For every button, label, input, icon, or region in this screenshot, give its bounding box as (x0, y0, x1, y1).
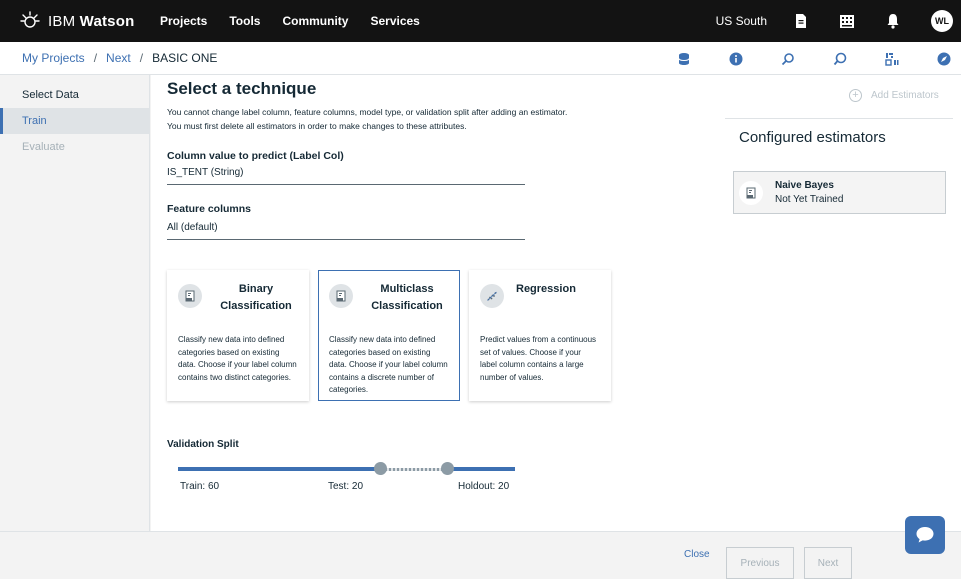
card-title: Binary Classification (220, 283, 292, 312)
breadcrumb: My Projects / Next / BASIC ONE (22, 51, 217, 65)
split-handle-train-test[interactable] (374, 462, 387, 475)
comment-icon[interactable] (832, 51, 848, 67)
add-estimators-button[interactable]: + Add Estimators (849, 89, 939, 102)
card-description: Predict values from a continuous set of … (480, 335, 597, 382)
feature-columns-select[interactable]: All (default) (167, 222, 525, 240)
left-sidebar: Select Data Train Evaluate (0, 75, 150, 531)
estimator-name: Naive Bayes (775, 180, 834, 191)
card-title: Regression (516, 283, 576, 295)
regression-scatter-icon (480, 284, 504, 308)
classification-icon (329, 284, 353, 308)
panel-divider (725, 118, 953, 119)
card-header: Multiclass Classification (329, 281, 449, 323)
card-description: Classify new data into defined categorie… (329, 335, 448, 394)
brand-name: IBM Watson (48, 12, 135, 30)
chat-bubble-icon (916, 527, 934, 543)
breadcrumb-current: BASIC ONE (152, 51, 218, 65)
technique-card-regression[interactable]: Regression Predict values from a continu… (469, 270, 611, 401)
configured-estimators-title: Configured estimators (739, 129, 886, 146)
split-train-segment (178, 467, 381, 471)
next-button[interactable]: Next (804, 547, 852, 579)
split-handle-test-holdout[interactable] (441, 462, 454, 475)
code-icon[interactable] (884, 51, 900, 67)
notice-text: You cannot change label column, feature … (167, 105, 607, 133)
breadcrumb-separator: / (139, 51, 144, 65)
chat-button[interactable] (905, 516, 945, 554)
label-col-select[interactable]: IS_TENT (String) (167, 167, 525, 185)
page-title: Select a technique (167, 79, 317, 98)
plus-icon: + (849, 89, 862, 102)
split-test-segment (381, 468, 448, 471)
validation-split-label: Validation Split (167, 439, 239, 450)
add-estimators-label: Add Estimators (871, 90, 939, 101)
database-icon[interactable] (676, 51, 692, 67)
estimator-status: Not Yet Trained (775, 194, 844, 205)
user-avatar[interactable]: WL (931, 10, 953, 32)
watson-logo-icon (20, 11, 40, 28)
compass-icon[interactable] (936, 51, 952, 67)
card-title: Multiclass Classification (371, 283, 443, 312)
breadcrumb-next[interactable]: Next (106, 51, 131, 65)
main-content: Select a technique You cannot change lab… (151, 75, 961, 531)
document-icon[interactable] (793, 13, 809, 29)
classification-icon (178, 284, 202, 308)
apps-grid-icon[interactable] (839, 13, 855, 29)
technique-card-multiclass[interactable]: Multiclass Classification Classify new d… (318, 270, 460, 401)
previous-button[interactable]: Previous (726, 547, 794, 579)
split-holdout-segment (448, 467, 515, 471)
estimator-text: Naive Bayes Not Yet Trained (775, 180, 843, 205)
nav-projects[interactable]: Projects (160, 14, 207, 28)
nav-tools[interactable]: Tools (229, 14, 260, 28)
toolbar (676, 42, 961, 75)
notice-line: You cannot change label column, feature … (167, 107, 568, 117)
top-right-controls: US South WL (716, 0, 961, 42)
top-navigation-bar: IBM Watson Projects Tools Community Serv… (0, 0, 961, 42)
card-description: Classify new data into defined categorie… (178, 335, 297, 382)
sidebar-item-select-data[interactable]: Select Data (0, 82, 149, 108)
top-nav: Projects Tools Community Services (160, 14, 442, 28)
close-button[interactable]: Close (684, 549, 710, 560)
split-holdout-value: Holdout: 20 (458, 481, 510, 492)
sidebar-item-evaluate: Evaluate (22, 141, 65, 153)
footer-bar: Close Previous Next (0, 531, 961, 579)
nav-community[interactable]: Community (282, 14, 348, 28)
region-selector[interactable]: US South (716, 14, 767, 28)
breadcrumb-separator: / (93, 51, 98, 65)
card-header: Binary Classification (178, 281, 298, 323)
sidebar-item-train[interactable]: Train (0, 108, 149, 134)
notice-line: You must first delete all estimators in … (167, 121, 467, 131)
notification-bell-icon[interactable] (885, 13, 901, 29)
label-col-label: Column value to predict (Label Col) (167, 150, 344, 162)
estimator-icon (739, 180, 763, 205)
info-icon[interactable] (728, 51, 744, 67)
ibm-watson-logo[interactable]: IBM Watson (20, 11, 160, 31)
estimator-card[interactable]: Naive Bayes Not Yet Trained (733, 171, 946, 214)
technique-card-binary[interactable]: Binary Classification Classify new data … (167, 270, 309, 401)
split-train-value: Train: 60 (180, 481, 220, 492)
breadcrumb-bar: My Projects / Next / BASIC ONE (0, 42, 961, 75)
feature-columns-label: Feature columns (167, 203, 252, 215)
search-icon[interactable] (780, 51, 796, 67)
breadcrumb-my-projects[interactable]: My Projects (22, 51, 85, 65)
card-header: Regression (480, 281, 600, 323)
nav-services[interactable]: Services (370, 14, 419, 28)
split-test-value: Test: 20 (328, 481, 364, 492)
